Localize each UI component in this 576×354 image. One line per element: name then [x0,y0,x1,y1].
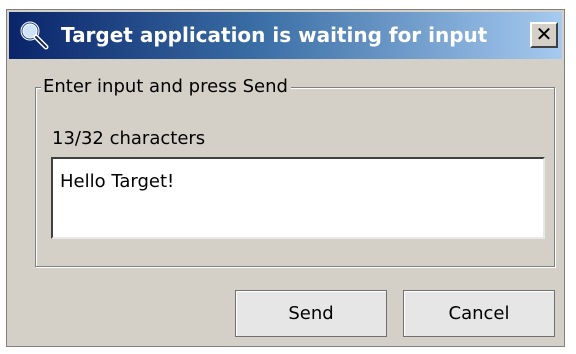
input-text-field[interactable]: Hello Target! [51,157,545,239]
magnifier-icon [20,21,49,50]
send-button[interactable]: Send [235,290,387,337]
character-count: 13/32 characters [52,128,206,149]
cancel-button[interactable]: Cancel [403,290,555,337]
title-bar[interactable]: Target application is waiting for input … [9,12,562,59]
close-button[interactable]: ✕ [530,22,558,48]
input-dialog-window: Target application is waiting for input … [6,9,565,347]
window-title: Target application is waiting for input [61,23,488,47]
close-icon: ✕ [535,22,553,46]
input-text-value: Hello Target! [60,171,175,192]
group-box-label: Enter input and press Send [41,76,291,98]
